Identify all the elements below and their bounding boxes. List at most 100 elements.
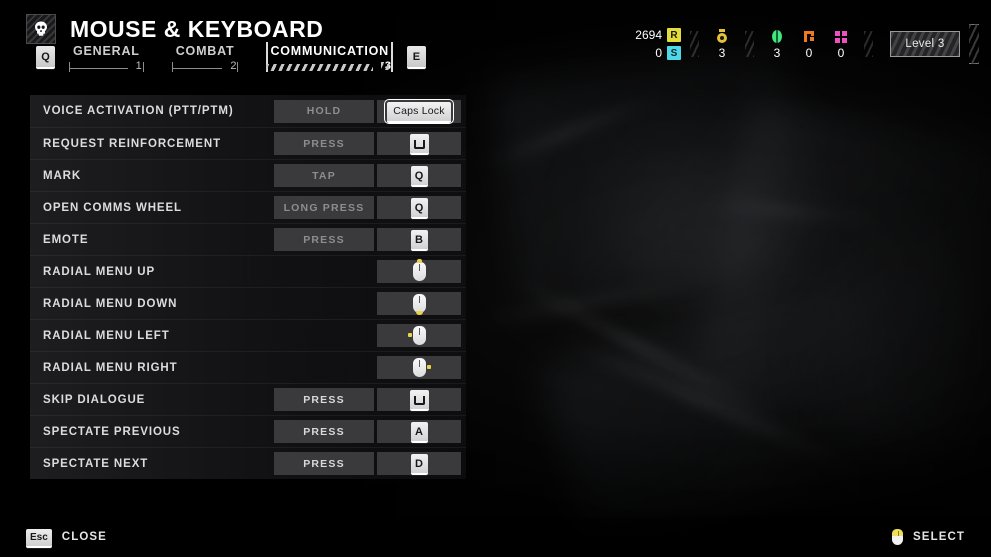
binding-key-cell[interactable]: [377, 259, 461, 283]
binding-trigger-cell: [274, 292, 374, 315]
hud-edge-decoration: [969, 24, 979, 64]
binding-trigger-cell[interactable]: LONG PRESS: [274, 196, 374, 219]
binding-action-label: REQUEST REINFORCEMENT: [43, 137, 221, 150]
capsule-icon: [772, 29, 782, 43]
tab-tick-slash: [380, 62, 389, 70]
binding-key-cell[interactable]: [377, 132, 461, 155]
table-row[interactable]: SPECTATE NEXT PRESS D: [30, 447, 466, 479]
level-badge: Level 3: [890, 31, 960, 57]
tab-general-label: GENERAL: [73, 44, 140, 58]
binding-key-cell[interactable]: [377, 356, 461, 379]
next-tab-key-hint: E: [406, 46, 426, 67]
enter-key-badge: [409, 390, 429, 409]
samples-icon: S: [667, 46, 681, 60]
table-row[interactable]: RADIAL MENU DOWN: [30, 287, 466, 319]
currency-samples: 0 S: [655, 45, 681, 61]
binding-key-cell[interactable]: Caps Lock: [377, 98, 461, 124]
binding-key-cell[interactable]: [377, 388, 461, 411]
tab-general-underline: 1: [69, 61, 144, 72]
mouse-icon: [892, 529, 904, 545]
binding-key-cell[interactable]: A: [377, 420, 461, 443]
binding-action-label: SPECTATE NEXT: [43, 457, 149, 470]
key-badge: Q: [410, 166, 428, 185]
table-row[interactable]: SKIP DIALOGUE PRESS: [30, 383, 466, 415]
binding-trigger-cell[interactable]: HOLD: [274, 99, 374, 123]
table-row[interactable]: EMOTE PRESS B: [30, 223, 466, 255]
esc-key-badge: Esc: [26, 528, 52, 546]
key-badge: D: [410, 454, 428, 473]
binding-trigger-cell[interactable]: PRESS: [274, 388, 374, 411]
tab-tick-left: [69, 62, 70, 72]
binding-action-label: RADIAL MENU UP: [43, 265, 156, 278]
tab-communication[interactable]: COMMUNICATION 3: [252, 42, 407, 72]
requisition-value: 2694: [635, 28, 662, 42]
pink-grid-icon: [835, 30, 847, 43]
table-row[interactable]: REQUEST REINFORCEMENT PRESS: [30, 127, 466, 159]
binding-key-cell[interactable]: Q: [377, 196, 461, 219]
resource-orange-module: 0: [802, 29, 816, 60]
tab-tick-right: [390, 42, 393, 72]
binding-action-label: SKIP DIALOGUE: [43, 393, 146, 406]
enter-key-badge: [409, 134, 429, 153]
medal-icon: [717, 28, 727, 43]
key-badge: A: [410, 422, 428, 441]
table-row[interactable]: RADIAL MENU UP: [30, 255, 466, 287]
key-badge: Caps Lock: [384, 98, 454, 124]
tab-communication-underline: 3: [266, 42, 393, 72]
footer-close[interactable]: Esc CLOSE: [26, 528, 107, 546]
binding-trigger-cell: [274, 324, 374, 347]
table-row[interactable]: VOICE ACTIVATION (PTT/PTM) HOLD Caps Lock: [30, 95, 466, 127]
binding-key-cell[interactable]: Q: [377, 164, 461, 187]
tab-bar-line: [69, 68, 128, 69]
binding-trigger-cell[interactable]: PRESS: [274, 420, 374, 443]
key-badge: Q: [410, 198, 428, 217]
tab-tick-right: [237, 62, 239, 72]
tab-communication-label: COMMUNICATION: [270, 44, 389, 58]
binding-action-label: VOICE ACTIVATION (PTT/PTM): [43, 105, 234, 117]
tab-bar-hatched: [266, 64, 373, 71]
keybinding-list: VOICE ACTIVATION (PTT/PTM) HOLD Caps Lock R…: [30, 95, 466, 479]
binding-trigger-cell: [274, 356, 374, 379]
key-badge: B: [410, 230, 428, 249]
table-row[interactable]: RADIAL MENU RIGHT: [30, 351, 466, 383]
binding-trigger-cell[interactable]: PRESS: [274, 228, 374, 251]
table-row[interactable]: MARK TAP Q: [30, 159, 466, 191]
close-label: CLOSE: [61, 531, 107, 543]
skull-icon: [26, 14, 56, 44]
binding-action-label: RADIAL MENU DOWN: [43, 297, 178, 310]
binding-trigger-cell: [274, 260, 374, 283]
table-row[interactable]: OPEN COMMS WHEEL LONG PRESS Q: [30, 191, 466, 223]
binding-key-cell[interactable]: [377, 292, 461, 315]
binding-action-label: SPECTATE PREVIOUS: [43, 425, 181, 438]
binding-key-cell[interactable]: B: [377, 228, 461, 251]
binding-trigger-cell[interactable]: PRESS: [274, 452, 374, 475]
mouse-left-icon: [407, 326, 426, 345]
binding-key-cell[interactable]: D: [377, 452, 461, 475]
footer-bar: Esc CLOSE SELECT: [0, 517, 991, 557]
tab-combat[interactable]: COMBAT 2: [158, 42, 253, 72]
capsule-value: 3: [773, 45, 781, 60]
footer-select[interactable]: SELECT: [892, 529, 965, 545]
orange-module-icon: [804, 30, 814, 42]
tab-general[interactable]: GENERAL 1: [55, 42, 158, 72]
select-label: SELECT: [913, 531, 965, 543]
binding-trigger-cell[interactable]: PRESS: [274, 132, 374, 155]
tab-tick-right: [142, 62, 144, 72]
binding-action-label: RADIAL MENU RIGHT: [43, 361, 178, 374]
binding-trigger-cell[interactable]: TAP: [274, 164, 374, 187]
mouse-up-icon: [412, 259, 426, 281]
binding-key-cell[interactable]: [377, 324, 461, 347]
hud-separator: [864, 31, 873, 57]
title-row: MOUSE & KEYBOARD: [26, 14, 323, 44]
tab-tick-left: [171, 62, 173, 72]
currency-stack: 2694 R 0 S: [635, 27, 681, 61]
hud-separator: [745, 31, 754, 57]
medal-value: 3: [718, 45, 726, 60]
binding-action-label: RADIAL MENU LEFT: [43, 329, 170, 342]
tab-combat-label: COMBAT: [175, 44, 235, 58]
table-row[interactable]: SPECTATE PREVIOUS PRESS A: [30, 415, 466, 447]
tab-bar: Q GENERAL 1 COMBAT 2 COMMUNICATION E: [36, 42, 426, 72]
page-title: MOUSE & KEYBOARD: [70, 15, 324, 42]
samples-value: 0: [655, 46, 662, 60]
table-row[interactable]: RADIAL MENU LEFT: [30, 319, 466, 351]
